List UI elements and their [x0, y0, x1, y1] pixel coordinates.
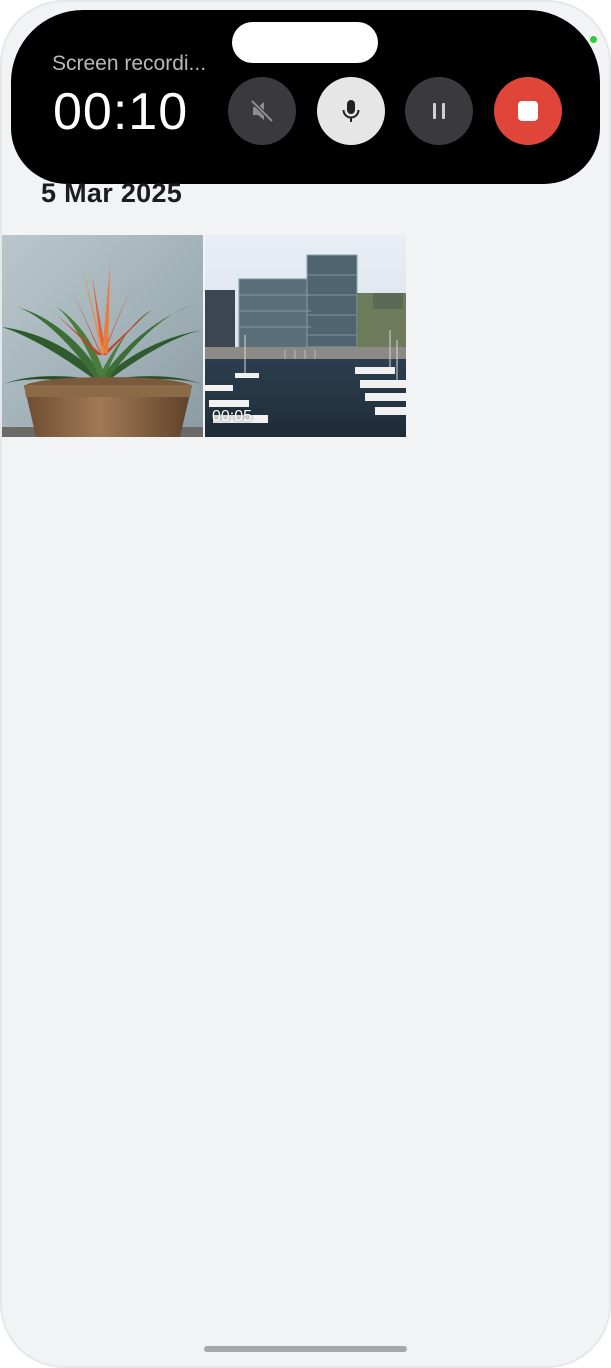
privacy-indicator-dot	[590, 36, 597, 43]
photo-thumbnail-plant[interactable]	[2, 235, 203, 437]
camera-pill	[232, 22, 378, 63]
microphone-button[interactable]	[317, 77, 385, 145]
harbor-video-image	[205, 235, 406, 437]
home-indicator[interactable]	[204, 1346, 407, 1352]
phone-screen: Screen recordi... 00:10 5 Mar 2025 00:05	[0, 0, 611, 1368]
recording-title: Screen recordi...	[52, 52, 207, 75]
mute-sound-button[interactable]	[228, 77, 296, 145]
recording-timer: 00:10	[53, 83, 189, 141]
speaker-muted-icon	[247, 96, 277, 126]
video-duration-label: 00:05	[212, 408, 253, 425]
video-thumbnail-harbor[interactable]: 00:05	[205, 235, 406, 437]
plant-photo-image	[2, 235, 203, 437]
pause-recording-button[interactable]	[405, 77, 473, 145]
date-group-header: 5 Mar 2025	[41, 178, 183, 208]
microphone-icon	[336, 96, 366, 126]
screen-recording-island: Screen recordi... 00:10	[11, 10, 600, 184]
pause-icon	[426, 98, 452, 124]
stop-recording-button[interactable]	[494, 77, 562, 145]
stop-icon	[515, 98, 541, 124]
